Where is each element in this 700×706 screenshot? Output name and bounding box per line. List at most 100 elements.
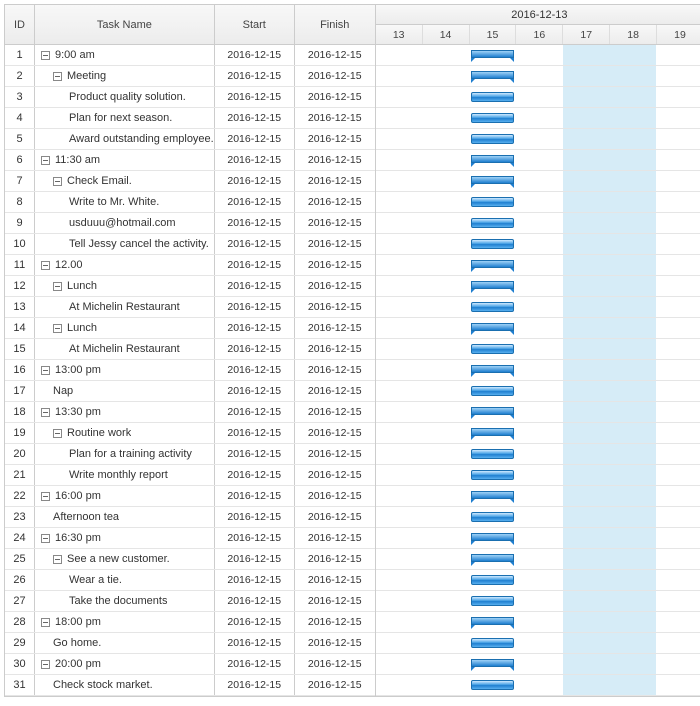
table-row[interactable]: 611:30 am2016-12-152016-12-15 <box>5 150 375 171</box>
cell-start: 2016-12-15 <box>215 45 295 65</box>
collapse-toggle-icon[interactable] <box>53 324 62 333</box>
table-row[interactable]: 2Meeting2016-12-152016-12-15 <box>5 66 375 87</box>
table-row[interactable]: 4Plan for next season.2016-12-152016-12-… <box>5 108 375 129</box>
table-row[interactable]: 20Plan for a training activity2016-12-15… <box>5 444 375 465</box>
table-row[interactable]: 7Check Email.2016-12-152016-12-15 <box>5 171 375 192</box>
timeline-row <box>376 486 700 507</box>
summary-bar[interactable] <box>471 407 514 415</box>
task-bar[interactable] <box>471 596 514 606</box>
collapse-toggle-icon[interactable] <box>41 618 50 627</box>
table-row[interactable]: 1112.002016-12-152016-12-15 <box>5 255 375 276</box>
collapse-toggle-icon[interactable] <box>41 261 50 270</box>
collapse-toggle-icon[interactable] <box>53 282 62 291</box>
table-row[interactable]: 2416:30 pm2016-12-152016-12-15 <box>5 528 375 549</box>
timeline-row <box>376 423 700 444</box>
task-bar[interactable] <box>471 239 514 249</box>
task-bar[interactable] <box>471 680 514 690</box>
table-row[interactable]: 8Write to Mr. White.2016-12-152016-12-15 <box>5 192 375 213</box>
summary-bar[interactable] <box>471 428 514 436</box>
table-row[interactable]: 15At Michelin Restaurant2016-12-152016-1… <box>5 339 375 360</box>
summary-bar[interactable] <box>471 155 514 163</box>
task-bar[interactable] <box>471 575 514 585</box>
collapse-toggle-icon[interactable] <box>53 429 62 438</box>
cell-start: 2016-12-15 <box>215 528 295 548</box>
collapse-toggle-icon[interactable] <box>41 408 50 417</box>
task-bar[interactable] <box>471 449 514 459</box>
summary-bar[interactable] <box>471 533 514 541</box>
table-row[interactable]: 2216:00 pm2016-12-152016-12-15 <box>5 486 375 507</box>
collapse-toggle-icon[interactable] <box>41 156 50 165</box>
task-bar[interactable] <box>471 92 514 102</box>
task-bar[interactable] <box>471 386 514 396</box>
summary-bar[interactable] <box>471 176 514 184</box>
task-table: ID Task Name Start Finish 19:00 am2016-1… <box>5 5 376 696</box>
collapse-toggle-icon[interactable] <box>41 492 50 501</box>
cell-finish: 2016-12-15 <box>295 360 375 380</box>
task-bar[interactable] <box>471 302 514 312</box>
summary-bar[interactable] <box>471 281 514 289</box>
collapse-toggle-icon[interactable] <box>53 72 62 81</box>
timeline-row <box>376 45 700 66</box>
task-bar[interactable] <box>471 218 514 228</box>
task-bar[interactable] <box>471 134 514 144</box>
table-row[interactable]: 17Nap2016-12-152016-12-15 <box>5 381 375 402</box>
col-header-task[interactable]: Task Name <box>35 5 215 44</box>
table-row[interactable]: 19Routine work2016-12-152016-12-15 <box>5 423 375 444</box>
col-header-finish[interactable]: Finish <box>295 5 375 44</box>
table-row[interactable]: 13At Michelin Restaurant2016-12-152016-1… <box>5 297 375 318</box>
cell-task-name: Nap <box>35 381 215 401</box>
summary-bar[interactable] <box>471 365 514 373</box>
summary-bar[interactable] <box>471 71 514 79</box>
collapse-toggle-icon[interactable] <box>41 534 50 543</box>
cell-task-name: 9:00 am <box>35 45 215 65</box>
summary-bar[interactable] <box>471 260 514 268</box>
cell-finish: 2016-12-15 <box>295 66 375 86</box>
col-header-id[interactable]: ID <box>5 5 35 44</box>
task-bar[interactable] <box>471 197 514 207</box>
collapse-toggle-icon[interactable] <box>53 555 62 564</box>
summary-bar[interactable] <box>471 491 514 499</box>
table-row[interactable]: 10Tell Jessy cancel the activity.2016-12… <box>5 234 375 255</box>
task-bar[interactable] <box>471 638 514 648</box>
cell-start: 2016-12-15 <box>215 129 295 149</box>
table-row[interactable]: 9usduuu@hotmail.com2016-12-152016-12-15 <box>5 213 375 234</box>
cell-finish: 2016-12-15 <box>295 507 375 527</box>
table-row[interactable]: 3Product quality solution.2016-12-152016… <box>5 87 375 108</box>
table-row[interactable]: 19:00 am2016-12-152016-12-15 <box>5 45 375 66</box>
table-row[interactable]: 1813:30 pm2016-12-152016-12-15 <box>5 402 375 423</box>
task-name-text: Write to Mr. White. <box>69 196 159 208</box>
summary-bar[interactable] <box>471 659 514 667</box>
table-row[interactable]: 12Lunch2016-12-152016-12-15 <box>5 276 375 297</box>
collapse-toggle-icon[interactable] <box>41 51 50 60</box>
table-row[interactable]: 23Afternoon tea2016-12-152016-12-15 <box>5 507 375 528</box>
timeline-row <box>376 381 700 402</box>
table-row[interactable]: 21Write monthly report2016-12-152016-12-… <box>5 465 375 486</box>
cell-start: 2016-12-15 <box>215 276 295 296</box>
task-bar[interactable] <box>471 344 514 354</box>
table-row[interactable]: 31Check stock market.2016-12-152016-12-1… <box>5 675 375 696</box>
table-row[interactable]: 29Go home.2016-12-152016-12-15 <box>5 633 375 654</box>
task-name-text: Lunch <box>67 280 97 292</box>
table-row[interactable]: 1613:00 pm2016-12-152016-12-15 <box>5 360 375 381</box>
summary-bar[interactable] <box>471 617 514 625</box>
table-row[interactable]: 26Wear a tie.2016-12-152016-12-15 <box>5 570 375 591</box>
table-row[interactable]: 14Lunch2016-12-152016-12-15 <box>5 318 375 339</box>
collapse-toggle-icon[interactable] <box>41 660 50 669</box>
task-bar[interactable] <box>471 113 514 123</box>
task-bar[interactable] <box>471 470 514 480</box>
summary-bar[interactable] <box>471 50 514 58</box>
timeline-row <box>376 675 700 696</box>
cell-id: 25 <box>5 549 35 569</box>
collapse-toggle-icon[interactable] <box>53 177 62 186</box>
task-bar[interactable] <box>471 512 514 522</box>
summary-bar[interactable] <box>471 323 514 331</box>
table-row[interactable]: 5Award outstanding employee.2016-12-1520… <box>5 129 375 150</box>
table-row[interactable]: 27Take the documents2016-12-152016-12-15 <box>5 591 375 612</box>
table-row[interactable]: 2818:00 pm2016-12-152016-12-15 <box>5 612 375 633</box>
timeline-day: 19 <box>657 25 700 44</box>
table-row[interactable]: 3020:00 pm2016-12-152016-12-15 <box>5 654 375 675</box>
collapse-toggle-icon[interactable] <box>41 366 50 375</box>
col-header-start[interactable]: Start <box>215 5 295 44</box>
table-row[interactable]: 25See a new customer.2016-12-152016-12-1… <box>5 549 375 570</box>
summary-bar[interactable] <box>471 554 514 562</box>
